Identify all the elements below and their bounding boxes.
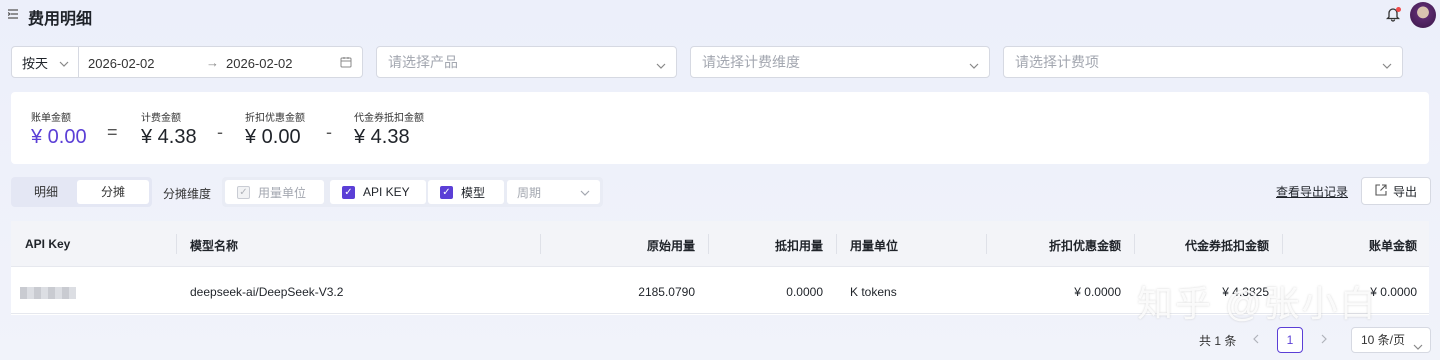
col-raw-usage: 原始用量	[646, 239, 695, 253]
col-model-name: 模型名称	[190, 239, 239, 253]
col-discount-amount: 折扣优惠金额	[1048, 239, 1121, 253]
discount-amount-label: 折扣优惠金额	[245, 113, 305, 124]
tab-detail[interactable]: 明细	[15, 180, 77, 204]
bill-amount-label: 账单金额	[31, 113, 71, 124]
chevron-down-icon	[1382, 58, 1392, 74]
model-checkbox[interactable]: ✓ 模型	[428, 180, 504, 204]
product-select[interactable]: 请选择产品	[376, 46, 677, 78]
api-key-label: API KEY	[363, 185, 410, 199]
col-deducted-usage: 抵扣用量	[774, 239, 823, 253]
chevron-down-icon	[1413, 336, 1423, 360]
page-size-select[interactable]: 10 条/页	[1351, 327, 1431, 353]
product-placeholder: 请选择产品	[388, 54, 458, 70]
col-voucher-amount: 代金券抵扣金额	[1184, 239, 1269, 253]
api-key-redacted	[20, 287, 76, 299]
voucher-amount-label: 代金券抵扣金额	[354, 113, 424, 124]
period-select[interactable]: 周期	[507, 180, 600, 204]
cost-summary-card: 账单金额 ¥ 0.00 = 计费金额 ¥ 4.38 - 折扣优惠金额 ¥ 0.0…	[11, 92, 1429, 164]
granularity-select[interactable]: 按天	[12, 47, 79, 77]
date-range-filter: 按天 2026-02-02 → 2026-02-02	[11, 46, 363, 78]
charge-amount-value: ¥ 4.38	[141, 126, 197, 148]
model-label: 模型	[461, 185, 486, 200]
cell-discount: ¥ 0.0000	[1074, 285, 1121, 299]
checkbox-checked-disabled-icon: ✓	[237, 185, 250, 199]
notification-dot	[1396, 7, 1401, 12]
column-divider	[986, 234, 987, 254]
export-icon	[1375, 183, 1387, 199]
period-placeholder: 周期	[517, 185, 542, 200]
bill-amount-value: ¥ 0.00	[31, 126, 87, 148]
billing-item-select[interactable]: 请选择计费项	[1003, 46, 1403, 78]
cell-raw-usage: 2185.0790	[638, 285, 695, 299]
checkbox-checked-icon: ✓	[342, 185, 355, 199]
column-divider	[708, 234, 709, 254]
chevron-down-icon	[656, 58, 666, 74]
total-count: 共 1 条	[1199, 334, 1237, 348]
dimension-placeholder: 请选择计费维度	[702, 54, 800, 70]
allocation-dimension-group: ✓ 用量单位 ✓ API KEY ✓ 模型 周期	[222, 177, 603, 207]
allocation-dimension-label: 分摊维度	[163, 187, 212, 201]
avatar[interactable]	[1410, 2, 1436, 28]
page-size-value: 10 条/页	[1361, 333, 1406, 347]
column-divider	[1282, 234, 1283, 254]
column-divider	[176, 234, 177, 254]
column-divider	[836, 234, 837, 254]
api-key-checkbox[interactable]: ✓ API KEY	[330, 180, 426, 204]
cell-deducted-usage: 0.0000	[786, 285, 823, 299]
minus-operator: -	[217, 122, 223, 142]
view-mode-tabs: 明细 分摊	[11, 177, 152, 207]
end-date-input[interactable]: 2026-02-02	[226, 56, 293, 71]
col-bill-amount: 账单金额	[1368, 239, 1417, 253]
col-usage-unit: 用量单位	[850, 239, 899, 253]
chevron-down-icon	[59, 57, 69, 72]
discount-amount-value: ¥ 0.00	[245, 126, 301, 148]
chevron-down-icon	[969, 58, 979, 74]
item-placeholder: 请选择计费项	[1015, 54, 1099, 70]
equals-operator: =	[107, 122, 118, 142]
table-header: API Key 模型名称 原始用量 抵扣用量 用量单位 折扣优惠金额 代金券抵扣…	[11, 221, 1429, 267]
column-divider	[1134, 234, 1135, 254]
tab-allocate[interactable]: 分摊	[77, 180, 149, 204]
watermark: 知乎 @张小白	[1137, 283, 1378, 324]
minus-operator: -	[326, 122, 332, 142]
page-title: 费用明细	[28, 11, 93, 28]
voucher-amount-value: ¥ 4.38	[354, 126, 410, 148]
arrow-right-icon: →	[206, 55, 219, 70]
chevron-down-icon	[580, 187, 590, 201]
next-page-icon[interactable]	[1320, 333, 1328, 347]
checkbox-checked-icon: ✓	[440, 185, 453, 199]
column-divider	[540, 234, 541, 254]
usage-unit-label: 用量单位	[258, 185, 307, 200]
prev-page-icon[interactable]	[1252, 333, 1260, 347]
page-number-current[interactable]: 1	[1277, 327, 1303, 353]
menu-fold-icon[interactable]	[7, 9, 18, 19]
cell-usage-unit: K tokens	[850, 285, 897, 299]
cell-model: deepseek-ai/DeepSeek-V3.2	[190, 285, 344, 299]
usage-unit-checkbox: ✓ 用量单位	[225, 180, 324, 204]
billing-dimension-select[interactable]: 请选择计费维度	[690, 46, 990, 78]
export-label: 导出	[1392, 184, 1417, 199]
export-button[interactable]: 导出	[1361, 177, 1431, 205]
granularity-value: 按天	[22, 55, 49, 71]
export-records-link[interactable]: 查看导出记录	[1276, 183, 1348, 200]
start-date-input[interactable]: 2026-02-02	[88, 56, 155, 71]
calendar-icon[interactable]	[340, 56, 352, 71]
col-api-key: API Key	[25, 237, 71, 251]
charge-amount-label: 计费金额	[141, 113, 181, 124]
